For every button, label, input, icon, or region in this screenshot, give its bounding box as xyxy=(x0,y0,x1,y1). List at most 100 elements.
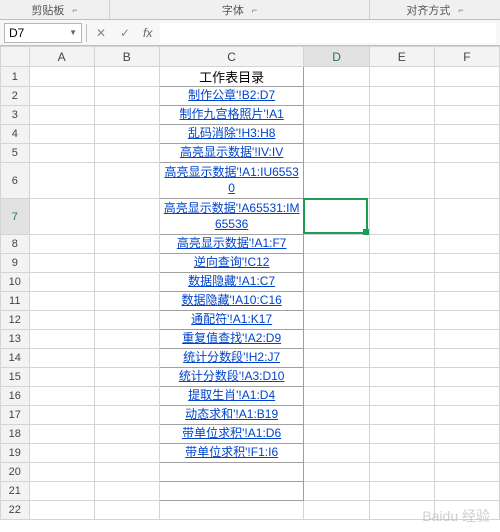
cell[interactable] xyxy=(304,463,369,482)
col-header[interactable]: B xyxy=(94,47,159,67)
cell[interactable] xyxy=(434,501,499,520)
cell[interactable] xyxy=(434,163,499,199)
cell[interactable] xyxy=(29,163,94,199)
cell[interactable] xyxy=(434,254,499,273)
hyperlink-cell[interactable]: 统计分数段'!H2:J7 xyxy=(159,349,304,368)
cell[interactable] xyxy=(304,368,369,387)
cell[interactable] xyxy=(369,273,434,292)
cell[interactable] xyxy=(434,311,499,330)
cell[interactable] xyxy=(94,254,159,273)
cell[interactable] xyxy=(29,349,94,368)
cell[interactable] xyxy=(94,235,159,254)
ribbon-group-font[interactable]: 字体 ⌐ xyxy=(110,0,370,19)
grid[interactable]: A B C D E F 1工作表目录2制作公章'!B2:D73制作九宫格照片'!… xyxy=(0,46,500,520)
cell[interactable]: 工作表目录 xyxy=(159,67,304,87)
row-header[interactable]: 5 xyxy=(1,144,30,163)
row-header[interactable]: 22 xyxy=(1,501,30,520)
select-all-corner[interactable] xyxy=(1,47,30,67)
cell[interactable] xyxy=(369,106,434,125)
row-header[interactable]: 17 xyxy=(1,406,30,425)
row-header[interactable]: 10 xyxy=(1,273,30,292)
cell[interactable] xyxy=(94,425,159,444)
name-box[interactable]: D7 ▼ xyxy=(4,23,82,43)
cell[interactable] xyxy=(304,406,369,425)
cell[interactable] xyxy=(304,87,369,106)
cell[interactable] xyxy=(159,463,304,482)
cell[interactable] xyxy=(94,292,159,311)
cell[interactable] xyxy=(29,199,94,235)
hyperlink-cell[interactable]: 带单位求积'!F1:I6 xyxy=(159,444,304,463)
cell[interactable] xyxy=(29,235,94,254)
cell[interactable] xyxy=(94,463,159,482)
row-header[interactable]: 4 xyxy=(1,125,30,144)
cell[interactable] xyxy=(304,482,369,501)
col-header[interactable]: D xyxy=(304,47,369,67)
cell[interactable] xyxy=(369,292,434,311)
cell[interactable] xyxy=(29,330,94,349)
cell[interactable] xyxy=(369,463,434,482)
cell[interactable] xyxy=(434,144,499,163)
row-header[interactable]: 16 xyxy=(1,387,30,406)
cell[interactable] xyxy=(94,406,159,425)
cell[interactable] xyxy=(29,463,94,482)
hyperlink-cell[interactable]: 通配符'!A1:K17 xyxy=(159,311,304,330)
cell[interactable] xyxy=(94,387,159,406)
cell[interactable] xyxy=(94,163,159,199)
cell[interactable] xyxy=(94,273,159,292)
cell[interactable] xyxy=(94,67,159,87)
cell[interactable] xyxy=(434,273,499,292)
cell[interactable] xyxy=(434,463,499,482)
hyperlink-cell[interactable]: 高亮显示数据'!A1:IU65530 xyxy=(159,163,304,199)
cell[interactable] xyxy=(159,482,304,501)
cell[interactable] xyxy=(434,444,499,463)
hyperlink-cell[interactable]: 动态求和'!A1:B19 xyxy=(159,406,304,425)
cell[interactable] xyxy=(94,368,159,387)
row-header[interactable]: 11 xyxy=(1,292,30,311)
hyperlink-cell[interactable]: 逆向查询'!C12 xyxy=(159,254,304,273)
cell[interactable] xyxy=(369,425,434,444)
cell[interactable] xyxy=(304,199,369,235)
cell[interactable] xyxy=(304,235,369,254)
cell[interactable] xyxy=(94,311,159,330)
col-header[interactable]: A xyxy=(29,47,94,67)
row-header[interactable]: 2 xyxy=(1,87,30,106)
cell[interactable] xyxy=(434,106,499,125)
row-header[interactable]: 15 xyxy=(1,368,30,387)
cell[interactable] xyxy=(304,254,369,273)
cell[interactable] xyxy=(29,67,94,87)
hyperlink-cell[interactable]: 重复值查找'!A2:D9 xyxy=(159,330,304,349)
cell[interactable] xyxy=(369,235,434,254)
cell[interactable] xyxy=(369,368,434,387)
cell[interactable] xyxy=(94,144,159,163)
formula-input[interactable] xyxy=(160,23,496,43)
cell[interactable] xyxy=(29,125,94,144)
cell[interactable] xyxy=(434,482,499,501)
worksheet-area[interactable]: A B C D E F 1工作表目录2制作公章'!B2:D73制作九宫格照片'!… xyxy=(0,46,500,532)
cell[interactable] xyxy=(94,330,159,349)
cell[interactable] xyxy=(94,106,159,125)
cell[interactable] xyxy=(369,125,434,144)
row-header[interactable]: 1 xyxy=(1,67,30,87)
cell[interactable] xyxy=(304,444,369,463)
cell[interactable] xyxy=(304,292,369,311)
cancel-button[interactable]: ✕ xyxy=(91,23,111,43)
cell[interactable] xyxy=(369,144,434,163)
row-header[interactable]: 7 xyxy=(1,199,30,235)
cell[interactable] xyxy=(29,106,94,125)
cell[interactable] xyxy=(434,330,499,349)
cell[interactable] xyxy=(304,387,369,406)
hyperlink-cell[interactable]: 数据隐藏'!A10:C16 xyxy=(159,292,304,311)
cell[interactable] xyxy=(29,501,94,520)
dialog-launcher-icon[interactable]: ⌐ xyxy=(458,5,463,15)
hyperlink-cell[interactable]: 高亮显示数据'!A65531:IM65536 xyxy=(159,199,304,235)
row-header[interactable]: 6 xyxy=(1,163,30,199)
cell[interactable] xyxy=(304,311,369,330)
cell[interactable] xyxy=(434,406,499,425)
cell[interactable] xyxy=(94,501,159,520)
cell[interactable] xyxy=(369,406,434,425)
cell[interactable] xyxy=(434,125,499,144)
col-header[interactable]: E xyxy=(369,47,434,67)
hyperlink-cell[interactable]: 制作公章'!B2:D7 xyxy=(159,87,304,106)
cell[interactable] xyxy=(434,425,499,444)
cell[interactable] xyxy=(29,368,94,387)
